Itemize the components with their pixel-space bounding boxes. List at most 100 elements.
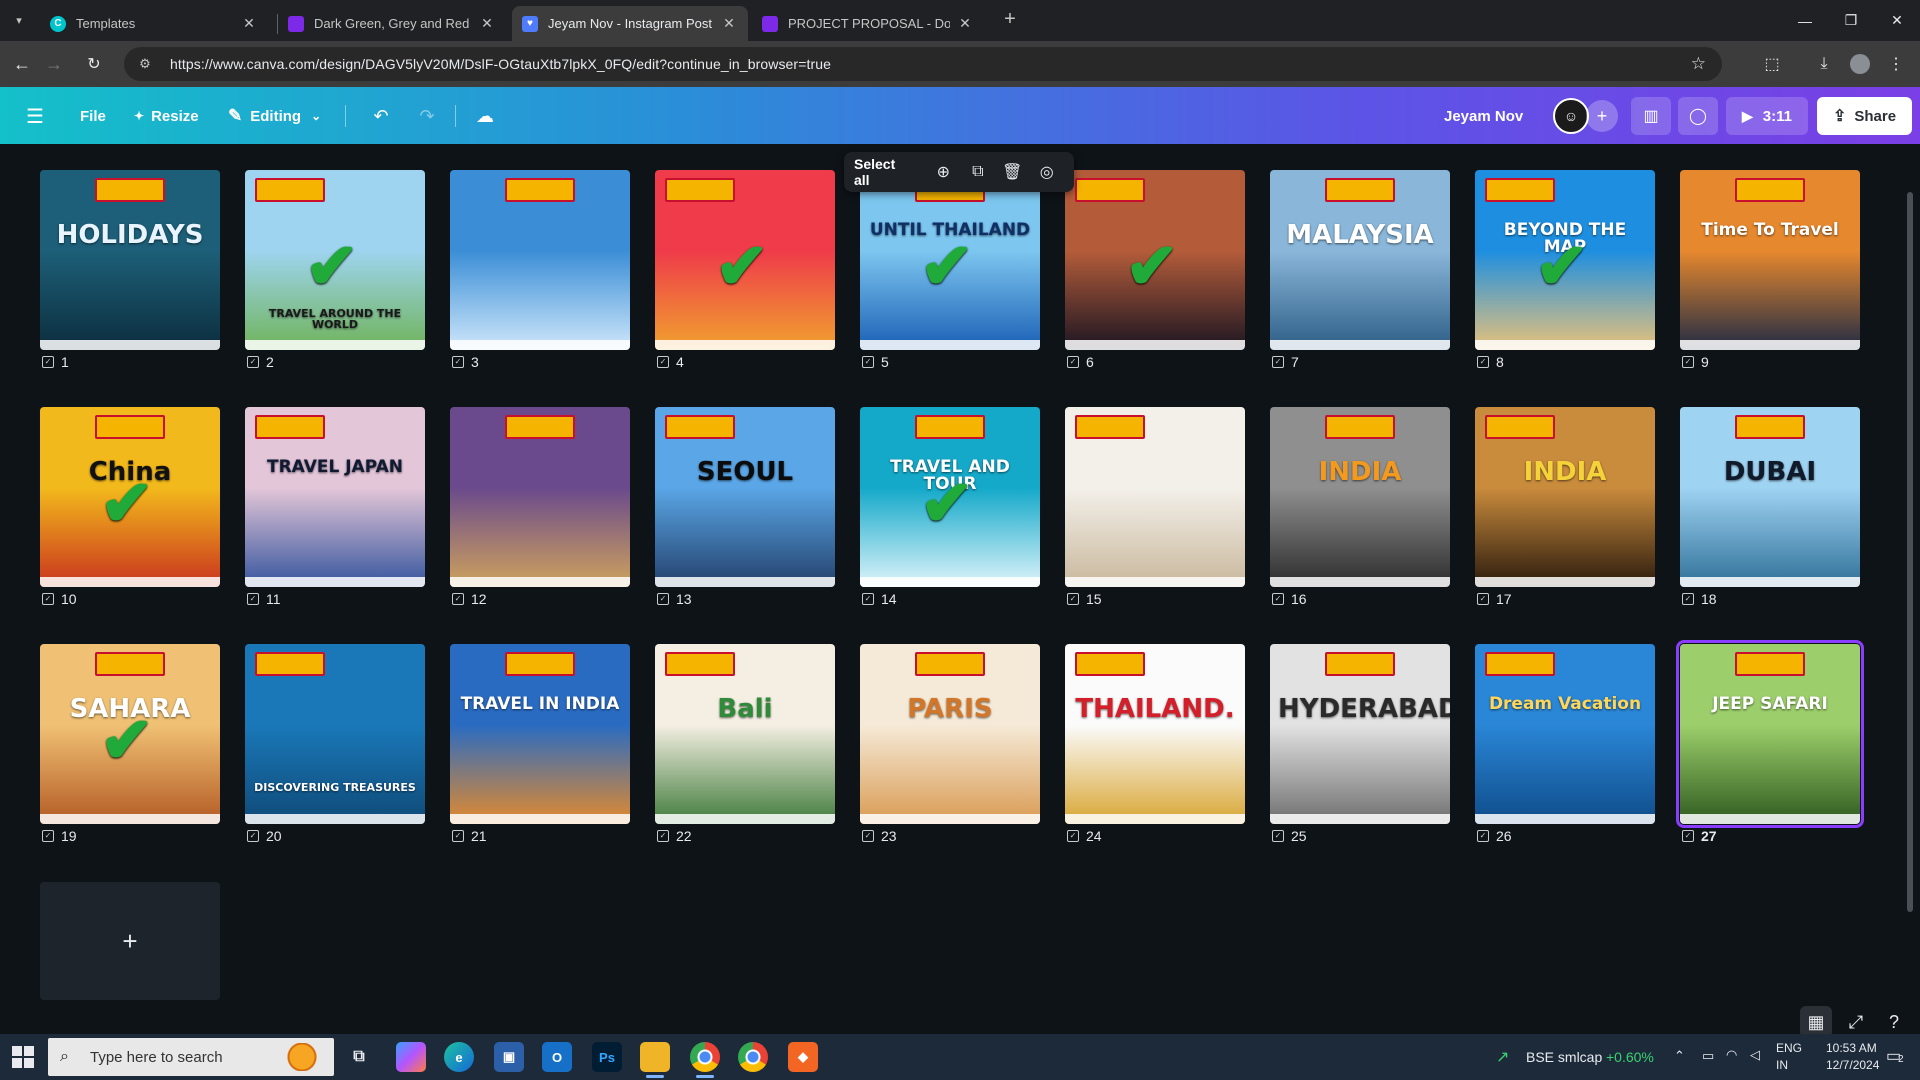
sublime-icon[interactable]: ◆ [788, 1042, 818, 1072]
page-number-label[interactable]: ✓ 2 [247, 354, 274, 370]
share-button[interactable]: ⇪ Share [1817, 97, 1912, 135]
extensions-icon[interactable]: ⬚ [1760, 52, 1784, 76]
language-line2[interactable]: IN [1776, 1058, 1788, 1072]
page-thumbnail[interactable]: DISCOVERING TREASURES [245, 644, 425, 824]
page-thumbnail[interactable]: China ✔ [40, 407, 220, 587]
page-checkbox-icon[interactable]: ✓ [1067, 593, 1079, 605]
page-number-label[interactable]: ✓ 8 [1477, 354, 1504, 370]
add-page-button[interactable]: + [40, 882, 220, 1000]
page-number-label[interactable]: ✓ 13 [657, 591, 692, 607]
page-checkbox-icon[interactable]: ✓ [657, 356, 669, 368]
page-checkbox-icon[interactable]: ✓ [1477, 830, 1489, 842]
tab-project-proposal[interactable]: PROJECT PROPOSAL - Doc ✕ [752, 6, 984, 41]
page-number-label[interactable]: ✓ 9 [1682, 354, 1709, 370]
window-close-icon[interactable]: ✕ [1874, 0, 1920, 41]
page-thumbnail[interactable]: Bali [655, 644, 835, 824]
page-thumbnail[interactable]: DUBAI [1680, 407, 1860, 587]
page-thumbnail[interactable]: BEYOND THE MAP ✔ [1475, 170, 1655, 350]
page-thumbnail[interactable]: THAILAND. [1065, 644, 1245, 824]
tray-device-icon[interactable]: ▭ [1702, 1048, 1714, 1064]
page-checkbox-icon[interactable]: ✓ [862, 830, 874, 842]
page-checkbox-icon[interactable]: ✓ [862, 593, 874, 605]
page-thumbnail[interactable]: HYDERABAD [1270, 644, 1450, 824]
page-checkbox-icon[interactable]: ✓ [452, 593, 464, 605]
select-all-button[interactable]: Select all [854, 156, 912, 188]
close-icon[interactable]: ✕ [720, 15, 738, 32]
redo-icon[interactable]: ↷ [410, 99, 444, 133]
page-number-label[interactable]: ✓ 7 [1272, 354, 1299, 370]
scrollbar[interactable] [1905, 144, 1915, 994]
language-line1[interactable]: ENG [1776, 1041, 1802, 1055]
duplicate-icon[interactable]: ⧉ [961, 163, 995, 181]
page-thumbnail[interactable]: SEOUL [655, 407, 835, 587]
cloud-saved-icon[interactable]: ☁ [468, 99, 502, 133]
tab-search-chevron-icon[interactable]: ▾ [8, 9, 30, 31]
page-thumbnail[interactable] [1065, 407, 1245, 587]
page-number-label[interactable]: ✓ 1 [42, 354, 69, 370]
site-settings-icon[interactable]: ⚙ [134, 56, 156, 72]
page-checkbox-icon[interactable]: ✓ [1682, 593, 1694, 605]
present-play-button[interactable]: ▶ 3:11 [1726, 97, 1808, 135]
page-number-label[interactable]: ✓ 25 [1272, 828, 1307, 844]
hamburger-menu-icon[interactable]: ☰ [18, 99, 52, 133]
page-number-label[interactable]: ✓ 23 [862, 828, 897, 844]
url-text[interactable]: https://www.canva.com/design/DAGV5lyV20M… [170, 56, 831, 72]
page-checkbox-icon[interactable]: ✓ [657, 593, 669, 605]
clock-time[interactable]: 10:53 AM [1826, 1041, 1877, 1055]
page-thumbnail[interactable]: TRAVEL AND TOUR ✔ [860, 407, 1040, 587]
ticker-name[interactable]: BSE smlcap [1526, 1049, 1602, 1065]
page-thumbnail[interactable]: SAHARA ✔ [40, 644, 220, 824]
undo-icon[interactable]: ↶ [364, 99, 398, 133]
trash-icon[interactable]: 🗑 [995, 162, 1029, 182]
page-checkbox-icon[interactable]: ✓ [1272, 356, 1284, 368]
design-title[interactable]: Jeyam Nov [1444, 99, 1523, 133]
file-menu-button[interactable]: File [80, 99, 106, 133]
comment-icon[interactable]: ◯ [1678, 97, 1718, 135]
page-thumbnail[interactable]: MALAYSIA [1270, 170, 1450, 350]
page-number-label[interactable]: ✓ 27 [1682, 828, 1717, 844]
page-thumbnail[interactable]: ✔ [1065, 170, 1245, 350]
page-thumbnail[interactable]: Time To Travel [1680, 170, 1860, 350]
tab-templates[interactable]: C Templates ✕ [40, 6, 268, 41]
invite-plus-icon[interactable]: + [1586, 100, 1618, 132]
copilot-icon[interactable] [396, 1042, 426, 1072]
tab-jeyam-nov[interactable]: ♥ Jeyam Nov - Instagram Post - C ✕ [512, 6, 748, 41]
add-page-icon[interactable]: ⊕ [926, 162, 960, 182]
page-number-label[interactable]: ✓ 11 [247, 591, 281, 607]
download-icon[interactable]: ⤓ [1812, 52, 1836, 76]
page-thumbnail[interactable] [450, 170, 630, 350]
page-thumbnail[interactable]: ✔ [655, 170, 835, 350]
page-thumbnail[interactable]: HOLIDAYS [40, 170, 220, 350]
windows-start-icon[interactable] [12, 1046, 34, 1068]
page-number-label[interactable]: ✓ 10 [42, 591, 77, 607]
address-bar[interactable]: ⚙ https://www.canva.com/design/DAGV5lyV2… [124, 47, 1722, 81]
page-thumbnail[interactable] [450, 407, 630, 587]
page-number-label[interactable]: ✓ 22 [657, 828, 692, 844]
page-checkbox-icon[interactable]: ✓ [247, 593, 259, 605]
page-checkbox-icon[interactable]: ✓ [1477, 356, 1489, 368]
page-number-label[interactable]: ✓ 26 [1477, 828, 1512, 844]
page-checkbox-icon[interactable]: ✓ [1272, 830, 1284, 842]
close-icon[interactable]: ✕ [956, 15, 974, 32]
user-avatar[interactable]: ☺ [1553, 98, 1589, 134]
insights-chart-icon[interactable]: ▥ [1631, 97, 1671, 135]
page-number-label[interactable]: ✓ 6 [1067, 354, 1094, 370]
new-tab-plus-icon[interactable]: + [996, 8, 1024, 32]
bookmark-star-icon[interactable]: ☆ [1691, 54, 1706, 74]
page-thumbnail[interactable]: TRAVEL IN INDIA [450, 644, 630, 824]
page-checkbox-icon[interactable]: ✓ [42, 356, 54, 368]
page-thumbnail[interactable]: UNTIL THAILAND ✔ [860, 170, 1040, 350]
chrome-icon[interactable] [690, 1042, 720, 1078]
page-thumbnail[interactable]: INDIA [1270, 407, 1450, 587]
page-thumbnail[interactable]: JEEP SAFARI [1676, 640, 1864, 828]
page-checkbox-icon[interactable]: ✓ [657, 830, 669, 842]
editing-mode-dropdown[interactable]: ✎ Editing ⌄ [228, 99, 321, 133]
photoshop-icon[interactable]: Ps [592, 1042, 622, 1072]
page-checkbox-icon[interactable]: ✓ [247, 356, 259, 368]
page-checkbox-icon[interactable]: ✓ [1272, 593, 1284, 605]
clock-date[interactable]: 12/7/2024 [1826, 1058, 1879, 1072]
page-thumbnail[interactable]: PARIS [860, 644, 1040, 824]
restore-icon[interactable]: ❐ [1828, 0, 1874, 41]
page-number-label[interactable]: ✓ 15 [1067, 591, 1102, 607]
profile-avatar-icon[interactable] [1848, 52, 1872, 76]
